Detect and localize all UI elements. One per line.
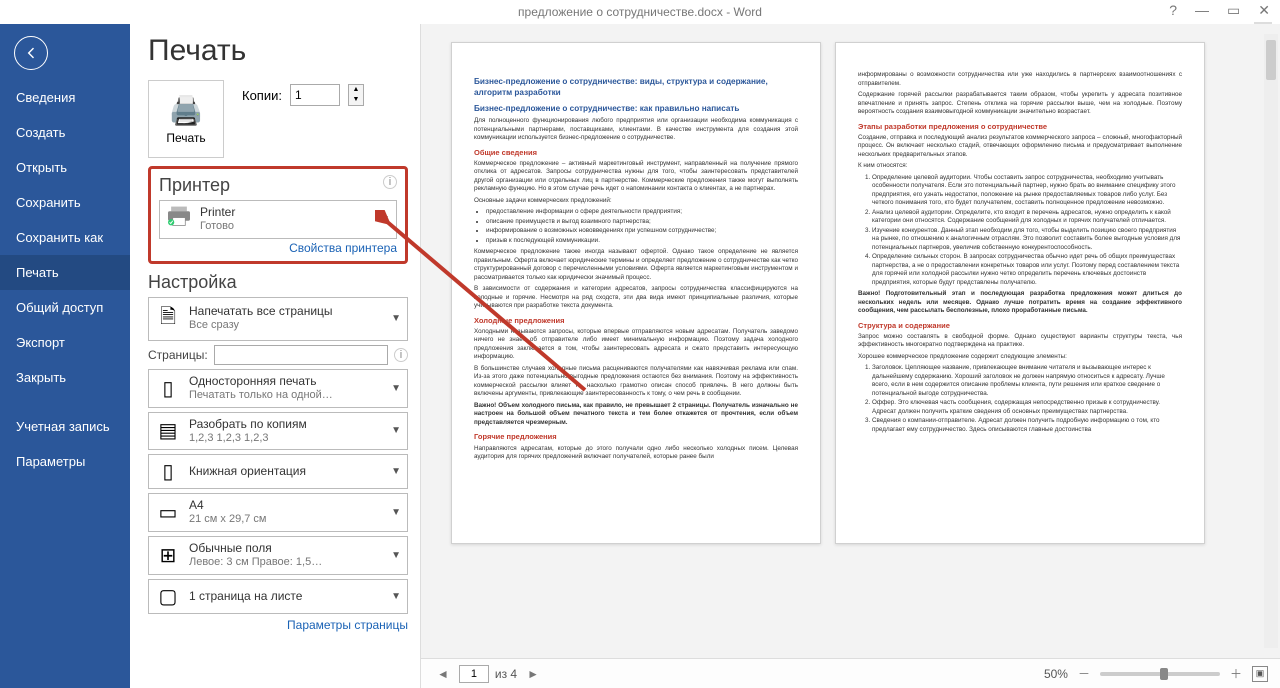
prev-page-button[interactable]: ◄ xyxy=(433,667,453,681)
close-icon[interactable]: ✕ xyxy=(1254,2,1274,19)
zoom-label: 50% xyxy=(1044,667,1068,681)
chevron-down-icon: ▼ xyxy=(391,425,401,436)
nav-print[interactable]: Печать xyxy=(0,255,130,290)
print-button-label: Печать xyxy=(166,131,205,145)
printer-properties-link[interactable]: Свойства принтера xyxy=(159,241,397,255)
margins-dropdown[interactable]: ⊞ Обычные поляЛевое: 3 см Правое: 1,5… ▼ xyxy=(148,536,408,575)
collate-dropdown[interactable]: ▤ Разобрать по копиям1,2,3 1,2,3 1,2,3 ▼ xyxy=(148,412,408,451)
page-count-label: из 4 xyxy=(495,667,517,681)
print-button[interactable]: 🖨️ Печать xyxy=(148,80,224,158)
chevron-down-icon: ▼ xyxy=(380,214,390,225)
nav-info[interactable]: Сведения xyxy=(0,80,130,115)
backstage-sidebar: Сведения Создать Открыть Сохранить Сохра… xyxy=(0,24,130,688)
print-settings-panel: Печать 🖨️ Печать Копии: ▲▼ Принтер i xyxy=(130,24,420,688)
pages-icon: 🗎 xyxy=(155,302,181,336)
page-title: Печать xyxy=(148,34,408,68)
print-range-dropdown[interactable]: 🗎 Напечатать все страницыВсе сразу ▼ xyxy=(148,297,408,341)
nav-options[interactable]: Параметры xyxy=(0,444,130,479)
scrollbar[interactable] xyxy=(1264,34,1278,648)
nav-save[interactable]: Сохранить xyxy=(0,185,130,220)
page-single-icon: ▯ xyxy=(155,376,181,401)
help-icon[interactable]: ? xyxy=(1165,2,1181,19)
chevron-down-icon: ▼ xyxy=(391,313,401,324)
printer-section-highlight: Принтер i Printer Готово ▼ Свойства прин… xyxy=(148,166,408,264)
margins-icon: ⊞ xyxy=(155,543,181,568)
chevron-down-icon: ▼ xyxy=(391,591,401,602)
settings-heading: Настройка xyxy=(148,272,408,293)
pages-per-sheet-dropdown[interactable]: ▢ 1 страница на листе ▼ xyxy=(148,579,408,614)
zoom-slider[interactable] xyxy=(1100,672,1220,676)
printer-status: Готово xyxy=(200,220,372,234)
pages-label: Страницы: xyxy=(148,348,208,362)
maximize-icon[interactable]: ▭ xyxy=(1223,2,1244,19)
minimize-icon[interactable]: — xyxy=(1191,2,1213,19)
page-setup-link[interactable]: Параметры страницы xyxy=(148,618,408,632)
pages-input[interactable] xyxy=(214,345,388,365)
preview-footer: ◄ из 4 ► 50% － ＋ ▣ xyxy=(421,658,1280,688)
paper-size-dropdown[interactable]: ▭ A421 см x 29,7 см ▼ xyxy=(148,493,408,532)
zoom-out-button[interactable]: － xyxy=(1074,665,1094,682)
nav-close[interactable]: Закрыть xyxy=(0,360,130,395)
info-icon[interactable]: i xyxy=(394,348,408,362)
copies-spinner[interactable]: ▲▼ xyxy=(348,84,364,106)
orientation-dropdown[interactable]: ▯ Книжная ориентация ▼ xyxy=(148,454,408,489)
window-title: предложение о сотрудничестве.docx - Word xyxy=(518,5,762,19)
info-icon[interactable]: i xyxy=(383,175,397,189)
preview-page-2: информированы о возможности сотрудничест… xyxy=(835,42,1205,544)
nav-export[interactable]: Экспорт xyxy=(0,325,130,360)
zoom-in-button[interactable]: ＋ xyxy=(1226,665,1246,682)
next-page-button[interactable]: ► xyxy=(523,667,543,681)
printer-name: Printer xyxy=(200,205,372,220)
nav-open[interactable]: Открыть xyxy=(0,150,130,185)
sheet-icon: ▢ xyxy=(155,584,181,609)
back-button[interactable] xyxy=(14,36,48,70)
copies-label: Копии: xyxy=(242,88,282,103)
printer-device-icon xyxy=(166,205,192,233)
fit-to-window-button[interactable]: ▣ xyxy=(1252,666,1268,682)
chevron-down-icon: ▼ xyxy=(391,507,401,518)
copies-input[interactable] xyxy=(290,84,340,106)
page-size-icon: ▭ xyxy=(155,500,181,525)
current-page-input[interactable] xyxy=(459,665,489,683)
sides-dropdown[interactable]: ▯ Односторонняя печатьПечатать только на… xyxy=(148,369,408,408)
chevron-down-icon: ▼ xyxy=(391,466,401,477)
collate-icon: ▤ xyxy=(155,418,181,443)
nav-save-as[interactable]: Сохранить как xyxy=(0,220,130,255)
printer-dropdown[interactable]: Printer Готово ▼ xyxy=(159,200,397,239)
printer-heading: Принтер xyxy=(159,175,397,196)
portrait-icon: ▯ xyxy=(155,459,181,484)
nav-share[interactable]: Общий доступ xyxy=(0,290,130,325)
chevron-down-icon: ▼ xyxy=(391,550,401,561)
printer-icon: 🖨️ xyxy=(169,94,204,127)
nav-account[interactable]: Учетная запись xyxy=(0,409,130,444)
nav-new[interactable]: Создать xyxy=(0,115,130,150)
arrow-left-icon xyxy=(23,45,39,61)
chevron-down-icon: ▼ xyxy=(391,383,401,394)
print-preview: Бизнес-предложение о сотрудничестве: вид… xyxy=(420,24,1280,688)
preview-page-1: Бизнес-предложение о сотрудничестве: вид… xyxy=(451,42,821,544)
